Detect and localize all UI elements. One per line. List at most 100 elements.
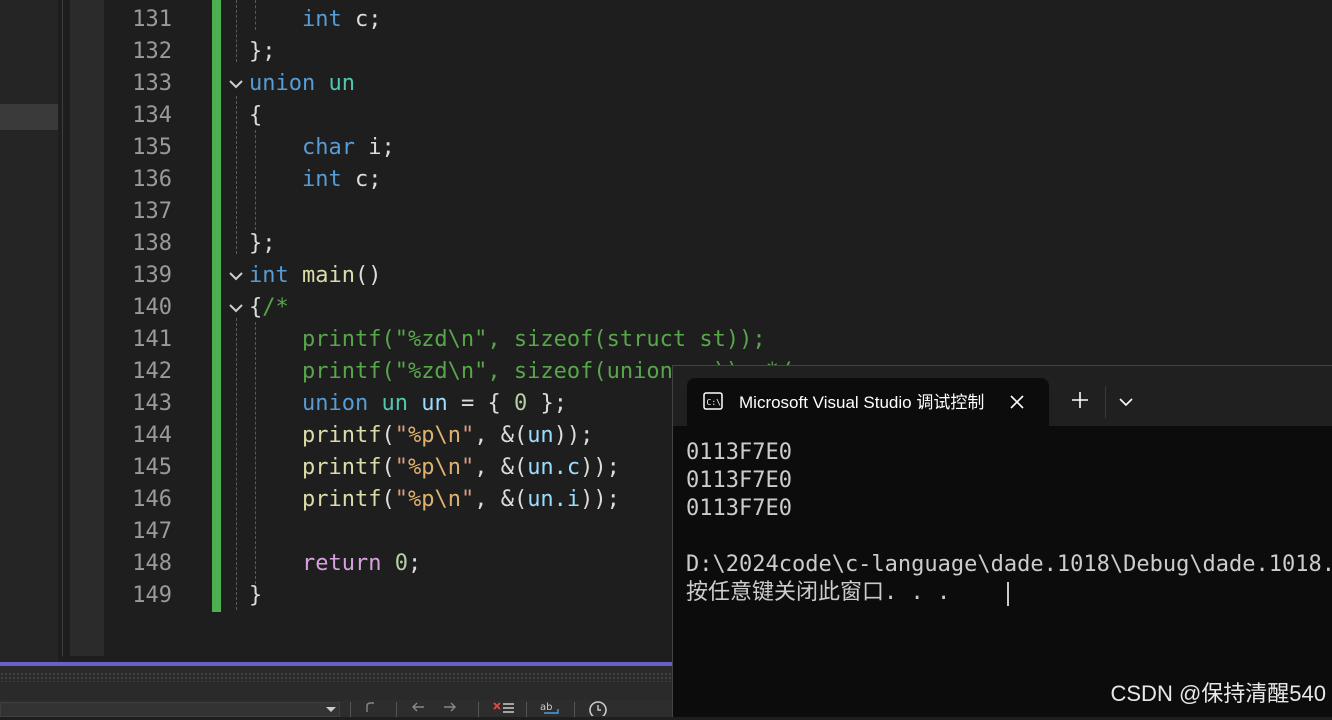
code-text: )); <box>553 423 594 448</box>
toolbar-separator <box>574 702 575 717</box>
terminal-prompt-line: 按任意键关闭此窗口. . . <box>686 580 951 605</box>
line-number: 141 <box>132 327 172 352</box>
function-name: main <box>302 263 355 288</box>
line-number: 139 <box>132 263 172 288</box>
fold-main-chevron-icon[interactable] <box>228 268 244 284</box>
fold-body-chevron-icon[interactable] <box>228 300 244 316</box>
line-number: 132 <box>132 39 172 64</box>
line-number: 140 <box>132 295 172 320</box>
debug-console-window[interactable]: C:\ Microsoft Visual Studio 调试控制台 0113F7… <box>672 365 1332 717</box>
solution-explorer-strip <box>0 0 58 662</box>
code-text: = { <box>447 391 514 416</box>
keyword: union <box>249 71 316 96</box>
terminal-output-line: 0113F7E0 <box>686 496 792 521</box>
selected-item-highlight[interactable] <box>0 104 58 130</box>
fold-union-chevron-icon[interactable] <box>228 76 244 92</box>
string: " <box>394 487 408 512</box>
code-text: () <box>354 263 382 288</box>
keyword: union <box>301 391 369 416</box>
find-source-icon[interactable] <box>364 700 378 718</box>
keyword: int <box>301 7 342 32</box>
code-text: { <box>249 103 263 128</box>
terminal-output-line: D:\2024code\c-language\dade.1018\Debug\d… <box>686 552 1332 577</box>
arrow-right-icon[interactable] <box>442 700 458 718</box>
code-line-132[interactable]: }; <box>249 36 276 68</box>
code-line-144[interactable]: printf("%p\n", &(un)); <box>249 420 593 452</box>
type-name: un <box>381 391 408 416</box>
format-specifier: %p\n <box>407 487 461 512</box>
arrow-left-icon[interactable] <box>410 700 426 718</box>
code-line-145[interactable]: printf("%p\n", &(un.c)); <box>249 452 620 484</box>
code-line-149[interactable]: } <box>249 580 262 612</box>
clock-icon[interactable] <box>588 700 608 720</box>
code-text: )); <box>580 487 620 512</box>
titlebar-divider <box>1105 386 1106 418</box>
code-text: )); <box>580 455 620 480</box>
variable: un.i <box>527 487 581 512</box>
toolbar-separator <box>396 702 397 717</box>
code-text: i; <box>354 135 395 160</box>
terminal-output-line: 0113F7E0 <box>686 468 792 493</box>
format-specifier: %p\n <box>407 455 461 480</box>
output-source-dropdown[interactable] <box>0 702 340 717</box>
code-line-134[interactable]: { <box>249 100 262 132</box>
change-tracking-bar <box>212 0 221 612</box>
tab-dropdown-chevron-icon[interactable] <box>1117 394 1135 408</box>
svg-text:ab: ab <box>540 702 552 713</box>
line-number: 137 <box>132 199 172 224</box>
line-number: 135 <box>132 135 172 160</box>
code-line-135[interactable]: char i; <box>249 132 395 164</box>
code-text: }; <box>249 39 276 64</box>
type-name: un <box>328 71 355 96</box>
number: 0 <box>513 391 528 416</box>
comment: printf("%zd\n", sizeof(struct st)); <box>301 327 766 352</box>
terminal-titlebar: C:\ Microsoft Visual Studio 调试控制台 <box>673 366 1332 426</box>
keyword: int <box>249 263 289 288</box>
code-line-140[interactable]: {/* <box>249 292 289 324</box>
code-text: c; <box>341 167 382 192</box>
string: " <box>394 423 408 448</box>
watermark: CSDN @保持清醒540 <box>1110 681 1327 706</box>
indicator-margin <box>70 0 104 656</box>
code-line-133[interactable]: union un <box>249 68 355 100</box>
code-line-136[interactable]: int c; <box>249 164 382 196</box>
clear-all-icon[interactable] <box>492 700 516 720</box>
code-line-146[interactable]: printf("%p\n", &(un.i)); <box>249 484 620 516</box>
code-text: }; <box>527 391 567 416</box>
line-number: 142 <box>132 359 172 384</box>
code-line-139[interactable]: int main() <box>249 260 381 292</box>
line-number: 144 <box>132 423 172 448</box>
terminal-output-line: 0113F7E0 <box>686 440 792 465</box>
line-number: 136 <box>132 167 172 192</box>
new-tab-plus-icon[interactable] <box>1069 389 1091 411</box>
indent-guide <box>236 0 237 62</box>
close-tab-icon[interactable] <box>1005 390 1029 414</box>
comment: /* <box>262 295 289 320</box>
string: " <box>394 455 408 480</box>
code-line-148[interactable]: return 0; <box>249 548 421 580</box>
text-cursor <box>1007 582 1009 606</box>
code-line-138[interactable]: }; <box>249 228 276 260</box>
line-number: 133 <box>132 71 172 96</box>
code-line-143[interactable]: union un un = { 0 }; <box>249 388 567 420</box>
line-number: 143 <box>132 391 172 416</box>
code-text: }; <box>249 231 276 256</box>
code-text: , &( <box>474 455 528 480</box>
terminal-tab[interactable]: C:\ Microsoft Visual Studio 调试控制台 <box>687 378 1049 426</box>
panel-drag-grip[interactable] <box>0 672 672 682</box>
variable: un <box>527 423 554 448</box>
code-line-141[interactable]: printf("%zd\n", sizeof(struct st)); <box>249 324 766 356</box>
line-number: 146 <box>132 487 172 512</box>
code-text: , &( <box>474 423 528 448</box>
code-line-131[interactable]: int c; <box>249 4 382 36</box>
string: " <box>460 423 475 448</box>
toolbar-separator <box>478 702 479 717</box>
line-number: 131 <box>132 7 172 32</box>
line-number: 147 <box>132 519 172 544</box>
line-number: 138 <box>132 231 172 256</box>
gutter-divider <box>62 0 63 656</box>
code-text: ( <box>381 455 395 480</box>
code-text: } <box>249 583 263 608</box>
word-wrap-icon[interactable]: ab <box>540 700 564 720</box>
chevron-down-icon[interactable] <box>326 707 336 712</box>
